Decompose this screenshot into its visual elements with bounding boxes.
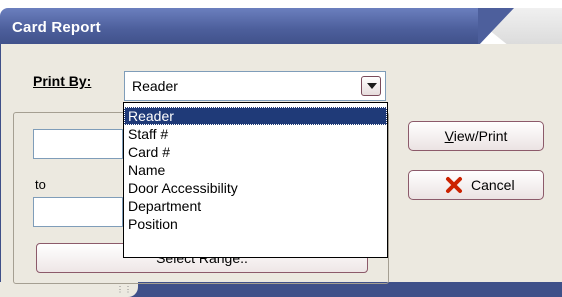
close-icon (446, 177, 462, 193)
card-report-window: Card Report ⋮⋮ Print By: Reader to Selec… (0, 0, 562, 297)
to-label: to (35, 177, 46, 192)
dropdown-option-door-accessibility[interactable]: Door Accessibility (124, 179, 387, 197)
print-by-selected-value: Reader (132, 78, 178, 94)
dropdown-option-card[interactable]: Card # (124, 143, 387, 161)
cancel-button[interactable]: Cancel (408, 170, 544, 200)
print-by-label: Print By: (33, 73, 92, 89)
dropdown-option-position[interactable]: Position (124, 215, 387, 233)
cancel-label: Cancel (471, 177, 515, 193)
chevron-down-icon (367, 83, 377, 89)
range-to-field[interactable] (33, 197, 123, 227)
dropdown-option-department[interactable]: Department (124, 197, 387, 215)
dropdown-option-staff[interactable]: Staff # (124, 125, 387, 143)
print-by-dropdown-list: Reader Staff # Card # Name Door Accessib… (123, 102, 388, 258)
title-bar: Card Report (0, 0, 562, 46)
view-print-button[interactable]: View/Print (408, 121, 544, 151)
dropdown-option-reader[interactable]: Reader (124, 107, 387, 125)
range-from-field[interactable] (33, 129, 123, 159)
dropdown-button[interactable] (361, 76, 381, 96)
resize-grip-icon[interactable]: ⋮⋮ (116, 286, 132, 294)
window-title: Card Report (12, 19, 101, 36)
print-by-combobox[interactable]: Reader (124, 71, 386, 101)
dropdown-option-name[interactable]: Name (124, 161, 387, 179)
